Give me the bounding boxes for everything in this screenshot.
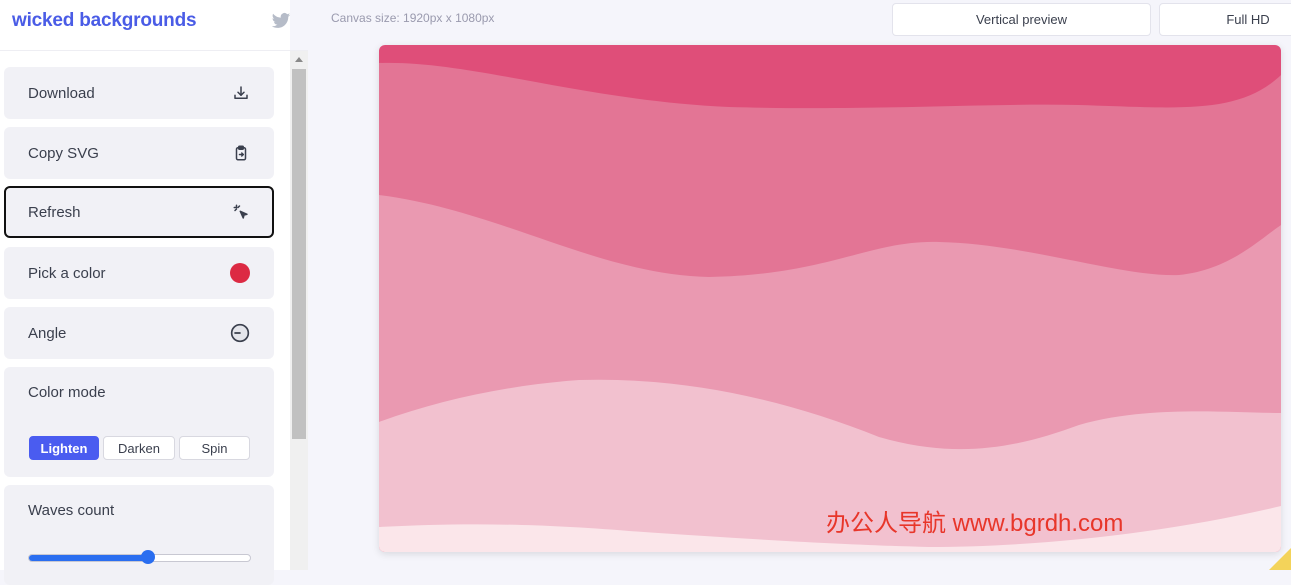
magic-cursor-icon: [233, 204, 248, 219]
sidebar-scrollbar[interactable]: [290, 51, 308, 570]
lighten-option[interactable]: Lighten: [29, 436, 99, 460]
download-label: Download: [28, 84, 95, 102]
color-mode-label: Color mode: [28, 384, 106, 401]
waves-svg: [379, 45, 1281, 552]
slider-thumb[interactable]: [141, 550, 156, 564]
copy-svg-button[interactable]: Copy SVG: [4, 127, 274, 179]
vertical-preview-button[interactable]: Vertical preview: [892, 3, 1151, 36]
refresh-label: Refresh: [28, 203, 81, 221]
darken-option[interactable]: Darken: [103, 436, 175, 460]
clipboard-icon: [235, 145, 247, 161]
clock-icon: [230, 323, 250, 343]
refresh-button[interactable]: Refresh: [4, 186, 274, 238]
waves-count-panel: Waves count: [4, 485, 274, 585]
corner-decoration: [1269, 548, 1291, 570]
wave-canvas-preview: [379, 45, 1281, 552]
twitter-icon[interactable]: [270, 11, 292, 31]
copy-svg-label: Copy SVG: [28, 144, 99, 162]
angle-button[interactable]: Angle: [4, 307, 274, 359]
color-swatch[interactable]: [230, 263, 250, 283]
scroll-thumb[interactable]: [292, 69, 306, 439]
watermark-text: 办公人导航 www.bgrdh.com: [826, 510, 1124, 537]
spin-option[interactable]: Spin: [179, 436, 250, 460]
full-hd-button[interactable]: Full HD: [1159, 3, 1291, 36]
sidebar: wicked backgrounds Download Copy SVG Ref…: [0, 0, 308, 585]
waves-count-slider[interactable]: [28, 550, 251, 564]
pick-color-button[interactable]: Pick a color: [4, 247, 274, 299]
header-divider: [0, 50, 308, 51]
download-button[interactable]: Download: [4, 67, 274, 119]
brand-title[interactable]: wicked backgrounds: [12, 10, 197, 32]
slider-fill: [29, 555, 149, 561]
canvas-size-text: Canvas size: 1920px x 1080px: [331, 11, 495, 25]
angle-label: Angle: [28, 324, 67, 342]
download-icon: [234, 86, 248, 99]
scroll-up-arrow-icon[interactable]: [295, 57, 303, 62]
waves-count-label: Waves count: [28, 502, 115, 519]
color-mode-panel: Color mode Lighten Darken Spin: [4, 367, 274, 477]
pick-color-label: Pick a color: [28, 264, 106, 282]
